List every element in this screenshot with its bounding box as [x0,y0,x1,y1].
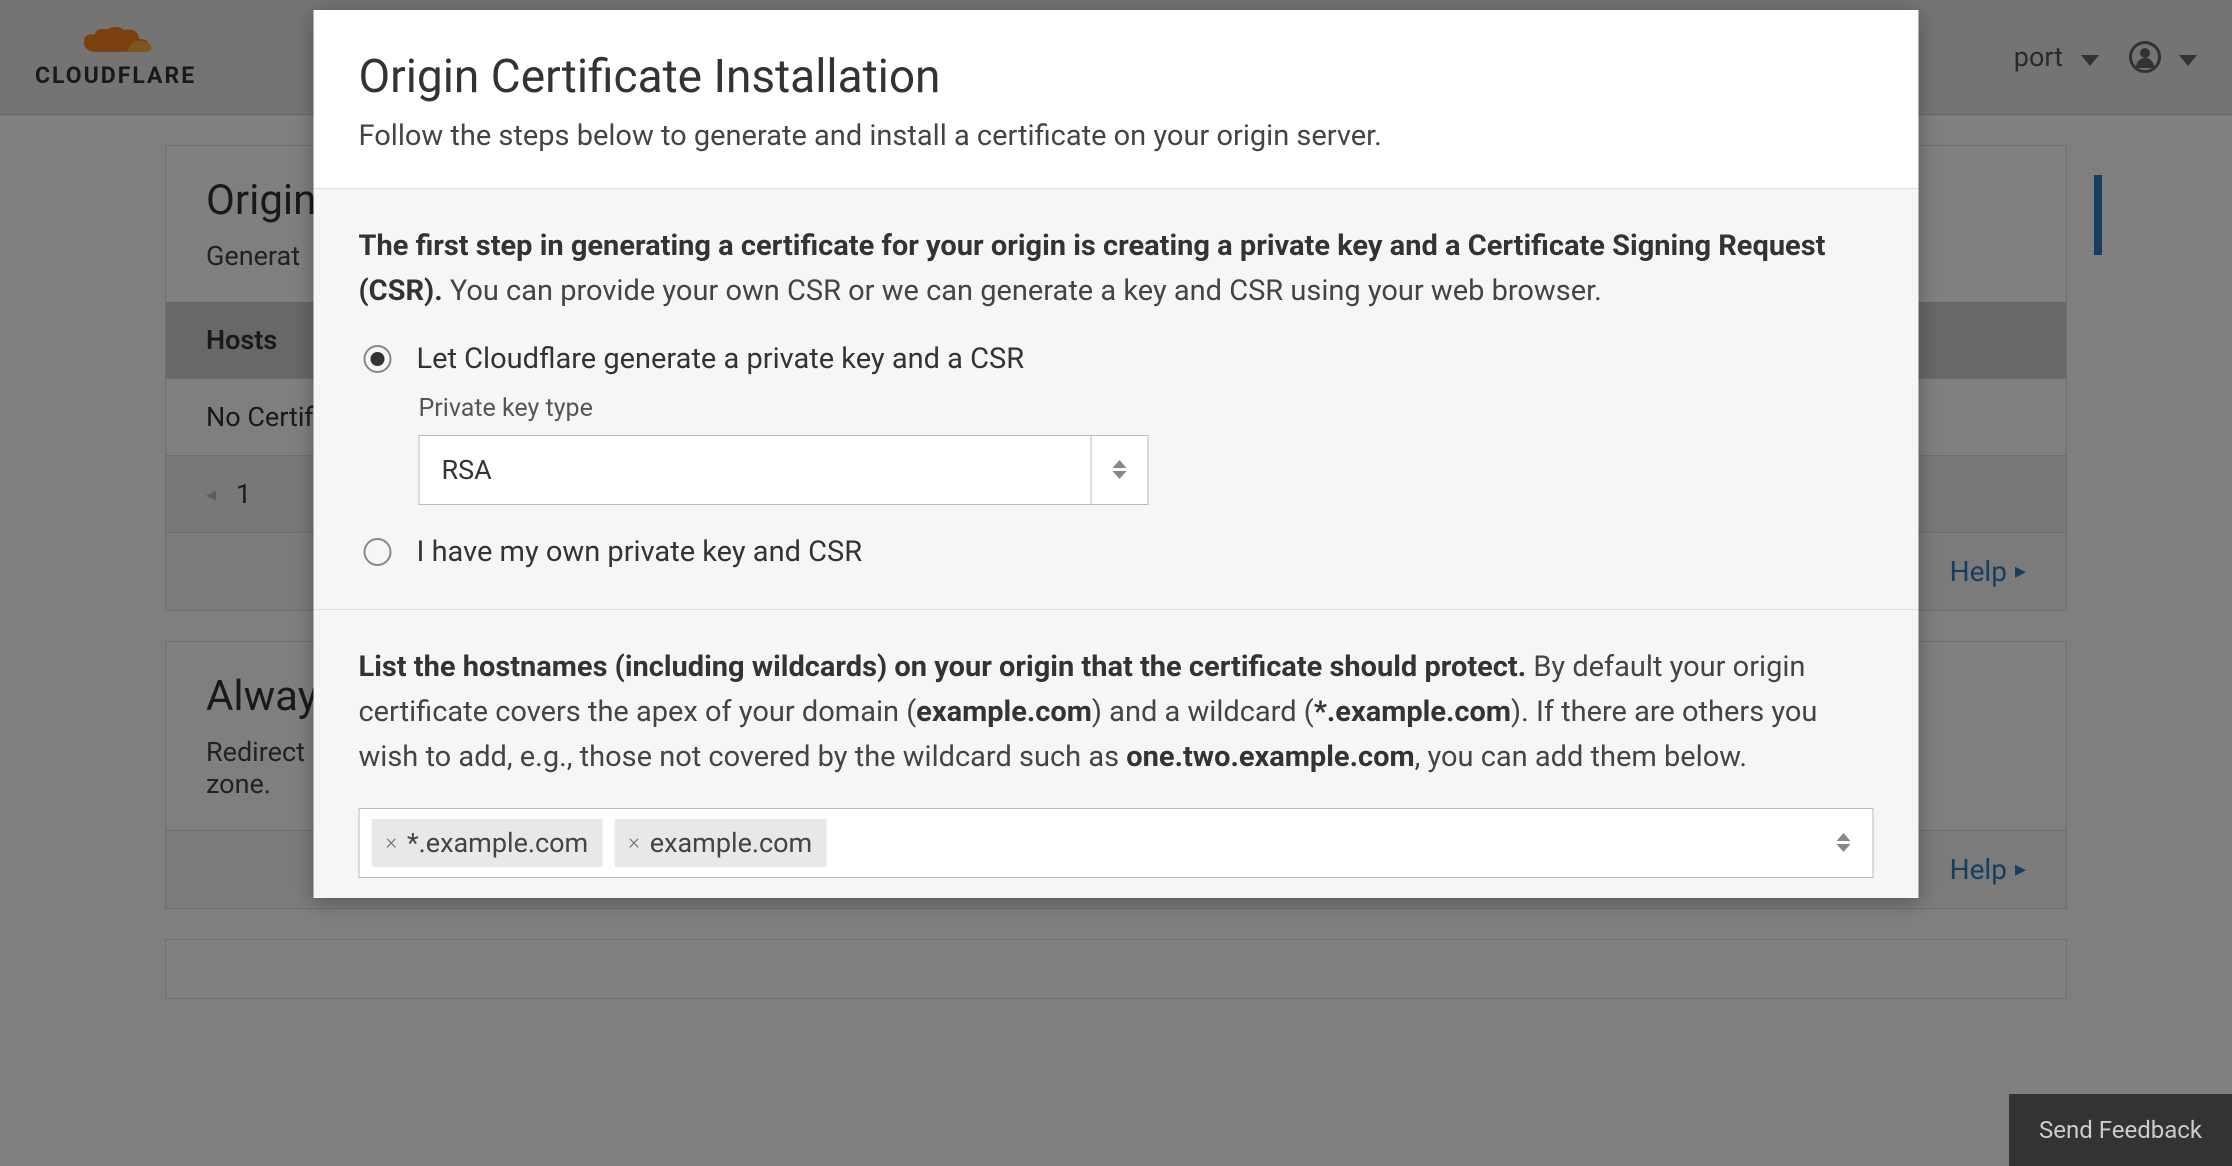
hostnames-text: List the hostnames (including wildcards)… [359,645,1874,780]
select-value: RSA [419,435,1091,505]
modal-subtitle: Follow the steps below to generate and i… [359,119,1874,153]
csr-section: The first step in generating a certifica… [314,189,1919,610]
modal-title: Origin Certificate Installation [359,50,1874,104]
remove-tag-icon[interactable]: × [386,830,398,855]
feedback-label: Send Feedback [2039,1116,2202,1144]
modal-body: The first step in generating a certifica… [314,189,1919,898]
radio-button-checked[interactable] [364,345,392,373]
origin-cert-modal: Origin Certificate Installation Follow t… [314,10,1919,898]
radio-label: Let Cloudflare generate a private key an… [417,342,1025,376]
radio-cloudflare-generate[interactable]: Let Cloudflare generate a private key an… [359,342,1874,376]
remove-tag-icon[interactable]: × [628,830,640,855]
tag-label: *.example.com [407,827,588,859]
radio-own-csr[interactable]: I have my own private key and CSR [359,535,1874,569]
private-key-type-select[interactable]: RSA [419,435,1149,505]
modal-header: Origin Certificate Installation Follow t… [314,10,1919,189]
step1-text: The first step in generating a certifica… [359,224,1874,314]
select-sort-icon[interactable] [1091,435,1149,505]
send-feedback-button[interactable]: Send Feedback [2009,1094,2232,1166]
private-key-type-label: Private key type [419,394,1874,423]
hostname-tag[interactable]: × *.example.com [372,819,603,867]
hostnames-section: List the hostnames (including wildcards)… [314,610,1919,898]
tag-sort-icon[interactable] [1837,833,1861,852]
hostname-tag[interactable]: × example.com [614,819,826,867]
tag-label: example.com [650,827,812,859]
radio-button-unchecked[interactable] [364,538,392,566]
hostnames-input[interactable]: × *.example.com × example.com [359,808,1874,878]
radio-label: I have my own private key and CSR [417,535,863,569]
